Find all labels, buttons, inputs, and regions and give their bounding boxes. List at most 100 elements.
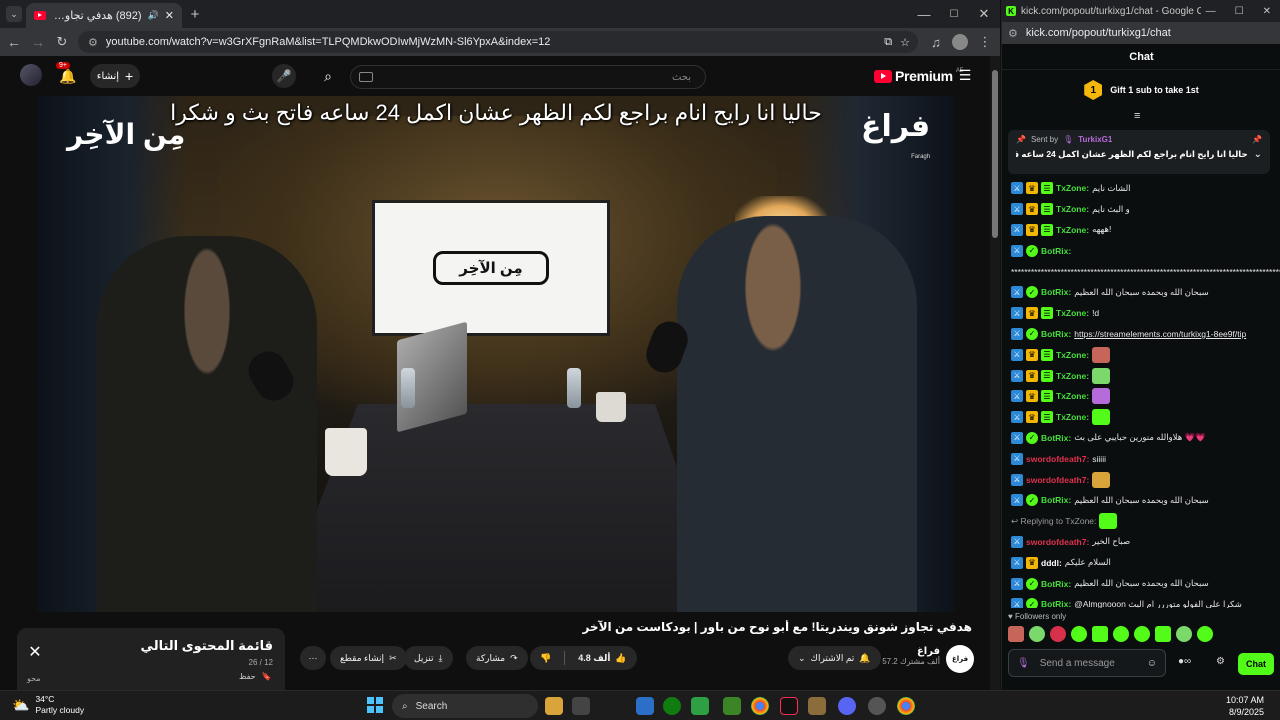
search-input[interactable]: بحث	[350, 65, 706, 89]
taskbar-search[interactable]: ⌕ Search	[392, 694, 538, 718]
chat-message[interactable]: ⚔ ✓ BotRix: سبحان الله وبحمده سبحان الله ال…	[1002, 490, 1280, 511]
download-button[interactable]: تنزيل ⤓	[404, 646, 453, 670]
chat-username[interactable]: TxZone:	[1056, 371, 1089, 381]
guide-menu-icon[interactable]: ☰	[956, 66, 974, 84]
chat-username[interactable]: BotRix:	[1041, 599, 1071, 608]
url-bar[interactable]: ⚙ youtube.com/watch?v=w3GrXFgnRaM&list=T…	[78, 31, 918, 53]
file-explorer-icon[interactable]	[545, 697, 563, 715]
dislike-icon[interactable]: 👎	[540, 653, 551, 664]
chat-username[interactable]: TxZone:	[1056, 308, 1089, 318]
chat-username[interactable]: TxZone:	[1056, 183, 1089, 193]
kick-points-icon[interactable]: ●∞	[1178, 656, 1191, 667]
create-button[interactable]: إنشاء +	[90, 64, 140, 88]
site-info-icon[interactable]: ⚙	[88, 36, 98, 49]
emote[interactable]	[1071, 626, 1087, 642]
playlist-save[interactable]: حفظ 🔖	[239, 672, 272, 681]
chat-username[interactable]: TxZone:	[1056, 225, 1089, 235]
chat-message[interactable]: ⚔ ♛ ☰ TxZone:	[1002, 386, 1280, 407]
emote[interactable]	[1134, 626, 1150, 642]
chat-username[interactable]: TxZone:	[1056, 204, 1089, 214]
chat-username[interactable]: swordofdeath7:	[1026, 475, 1089, 485]
chat-username[interactable]: BotRix:	[1041, 495, 1071, 505]
chat-message[interactable]: ⚔ ✓ BotRix: سبحان الله وبحمده سبحان الله ال…	[1002, 282, 1280, 303]
chat-message[interactable]: ⚔ ♛ ☰ TxZone:	[1002, 365, 1280, 386]
share-button[interactable]: مشاركة ↷	[466, 646, 528, 670]
maximize-icon[interactable]: ☐	[1235, 6, 1244, 17]
tab-youtube[interactable]: (892) هدفي تجاوز شونق وند... 🔊 ✕	[26, 3, 182, 28]
unpin-icon[interactable]: 📌	[1252, 135, 1262, 144]
chat-message[interactable]: ⚔ ♛ ☰ TxZone: !d	[1002, 303, 1280, 324]
install-app-icon[interactable]: ⧉	[884, 36, 892, 49]
forward-icon[interactable]: →	[30, 34, 46, 50]
tab-close-icon[interactable]: ✕	[165, 9, 174, 22]
page-scrollbar[interactable]	[990, 56, 1000, 690]
tab-search-icon[interactable]: ⌄	[6, 6, 22, 22]
notifications-bell-icon[interactable]: 🔔	[58, 66, 78, 86]
profile-avatar[interactable]	[952, 34, 968, 50]
chat-message[interactable]: ⚔ ♛ ☰ TxZone: الشات نايم	[1002, 178, 1280, 199]
channel-avatar[interactable]: فراغ	[946, 645, 974, 673]
browser-menu-icon[interactable]: ⋮	[978, 34, 992, 50]
discord-icon[interactable]	[838, 697, 856, 715]
emoji-icon[interactable]: ☺	[1147, 658, 1157, 669]
chat-message[interactable]: ⚔ ♛ ☰ TxZone:	[1002, 407, 1280, 428]
chat-username[interactable]: BotRix:	[1041, 579, 1071, 589]
chat-message[interactable]: ⚔ swordofdeath7: siiiii	[1002, 448, 1280, 469]
new-tab-icon[interactable]: +	[186, 5, 204, 23]
chat-message[interactable]: ⚔ ✓ BotRix: هلاوالله منورين حبايبي على بث 💗…	[1002, 428, 1280, 449]
site-info-icon[interactable]: ⚙	[1008, 27, 1018, 40]
chat-message[interactable]: ⚔ swordofdeath7:	[1002, 469, 1280, 490]
minecraft-icon[interactable]	[723, 697, 741, 715]
minimize-icon[interactable]: —	[916, 6, 932, 22]
app-icon[interactable]	[808, 697, 826, 715]
emote[interactable]	[1155, 626, 1171, 642]
keyboard-icon[interactable]	[359, 72, 373, 82]
pinned-sender[interactable]: TurkixG1	[1078, 135, 1112, 144]
chat-username[interactable]: dddl:	[1041, 558, 1062, 568]
kick-url-bar[interactable]: ⚙ kick.com/popout/turkixg1/chat	[1002, 22, 1280, 44]
minimize-icon[interactable]: —	[1206, 6, 1216, 17]
reply-context[interactable]: ↩ Replying to TxZone:	[1002, 511, 1280, 532]
chat-username[interactable]: TxZone:	[1056, 350, 1089, 360]
system-clock[interactable]: 10:07 AM 8/9/2025	[1226, 694, 1264, 718]
settings-gear-icon[interactable]: ⚙	[1216, 656, 1225, 667]
search-icon[interactable]: ⌕	[318, 66, 338, 86]
close-window-icon[interactable]: ✕	[976, 6, 992, 22]
video-player[interactable]: مِن الآخِر حاليا انا رايح انام براجع لكم…	[37, 96, 955, 612]
chat-messages[interactable]: ⚔ ♛ ☰ TxZone: الشات نايم ⚔ ♛ ☰ TxZone: و البث ناي…	[1002, 178, 1280, 608]
app-icon[interactable]	[572, 697, 590, 715]
chat-message[interactable]: ⚔ ✓ BotRix:	[1002, 240, 1280, 261]
chrome-icon[interactable]	[897, 697, 915, 715]
bookmark-star-icon[interactable]: ☆	[900, 36, 910, 49]
chat-message[interactable]: ⚔ ✓ BotRix: https://streamelements.com/turk…	[1002, 324, 1280, 345]
weather-widget[interactable]: ⛅ 34°C Partly cloudy	[12, 694, 84, 716]
media-controls-icon[interactable]: ♫	[928, 34, 944, 50]
tiktok-icon[interactable]	[780, 697, 798, 715]
back-icon[interactable]: ←	[6, 34, 22, 50]
emote[interactable]	[1113, 626, 1129, 642]
app-icon[interactable]	[868, 697, 886, 715]
emote[interactable]	[1092, 626, 1108, 642]
mic-icon[interactable]: 🎙	[1017, 658, 1030, 669]
chat-username[interactable]: BotRix:	[1041, 287, 1071, 297]
chat-send-button[interactable]: Chat	[1238, 653, 1274, 675]
chat-message[interactable]: ⚔ ✓ BotRix: @Almgnooon شكرا على الفولو متور…	[1002, 594, 1280, 608]
maximize-icon[interactable]: ☐	[946, 6, 962, 22]
chat-username[interactable]: BotRix:	[1041, 433, 1071, 443]
chat-message[interactable]: ⚔ ✓ BotRix: سبحان الله وبحمده سبحان الله ال…	[1002, 573, 1280, 594]
subscribed-button[interactable]: ⌄ تم الاشتراك 🔔	[788, 646, 881, 670]
chat-message[interactable]: ****************************************…	[1002, 261, 1280, 282]
emote[interactable]	[1008, 626, 1024, 642]
scrollbar-thumb[interactable]	[992, 70, 998, 238]
emote[interactable]	[1176, 626, 1192, 642]
chat-message[interactable]: ⚔ ♛ dddl: السلام عليكم	[1002, 552, 1280, 573]
expand-icon[interactable]: ≡	[1134, 110, 1140, 122]
more-actions-button[interactable]: ···	[300, 646, 326, 670]
message-input[interactable]: 🎙 Send a message ☺	[1008, 649, 1166, 677]
xbox-icon[interactable]	[663, 697, 681, 715]
chat-message[interactable]: ⚔ ♛ ☰ TxZone:	[1002, 344, 1280, 365]
emote[interactable]	[1197, 626, 1213, 642]
chat-username[interactable]: swordofdeath7:	[1026, 454, 1089, 464]
emote[interactable]	[1050, 626, 1066, 642]
chat-username[interactable]: BotRix:	[1041, 246, 1071, 256]
